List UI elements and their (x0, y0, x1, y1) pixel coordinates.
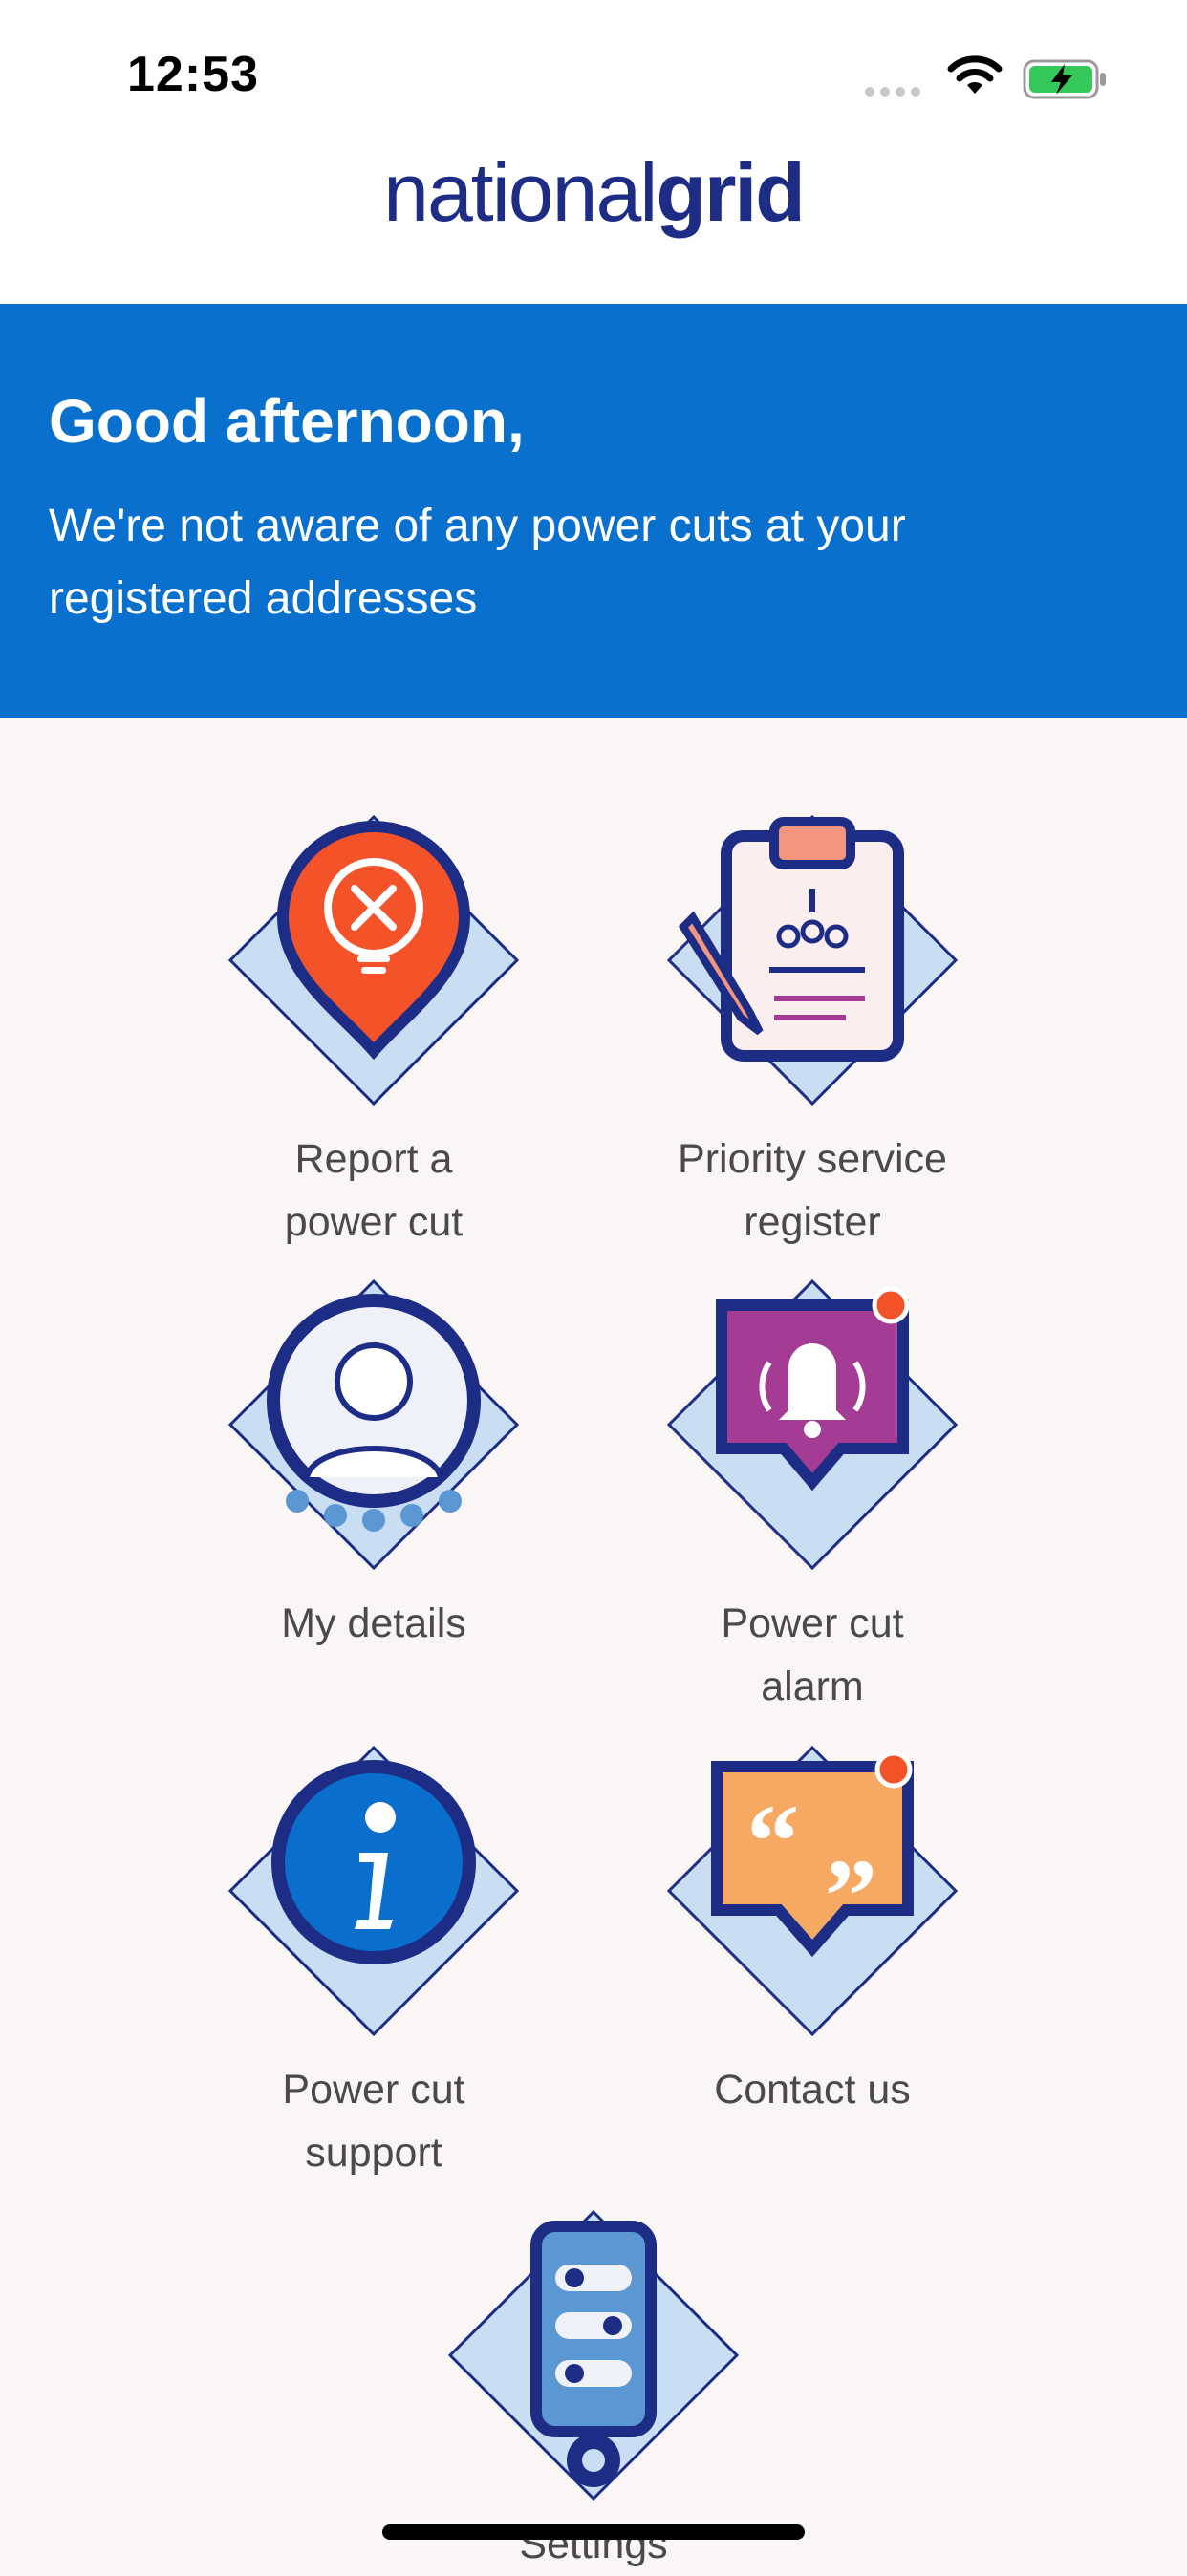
report-power-cut-tile[interactable]: Report a power cut (154, 812, 594, 1254)
speech-bubble-icon: “ „ (666, 1745, 959, 2037)
power-cut-alarm-label: Power cut alarm (721, 1600, 904, 1709)
contact-us-label: Contact us (714, 2067, 911, 2113)
phone-settings-icon (447, 2209, 740, 2501)
power-cut-support-label: Power cut support (282, 2067, 465, 2176)
battery-charging-icon (1023, 59, 1106, 99)
power-cut-support-tile[interactable]: Power cut support (154, 1743, 594, 2184)
clipboard-icon (666, 814, 959, 1106)
bell-icon (666, 1278, 959, 1571)
settings-tile[interactable]: Settings (374, 2207, 813, 2576)
lightbulb-pin-icon (227, 814, 520, 1106)
power-cut-status-message: We're not aware of any power cuts at you… (49, 501, 906, 624)
priority-service-register-tile[interactable]: Priority service register (593, 812, 1032, 1254)
my-details-tile[interactable]: My details (154, 1277, 594, 1655)
user-avatar-icon (227, 1278, 520, 1571)
wifi-icon (947, 55, 1003, 94)
cellular-signal-icon (865, 84, 926, 101)
greeting-title: Good afternoon, (49, 387, 525, 456)
power-cut-alarm-tile[interactable]: Power cut alarm (593, 1277, 1032, 1718)
report-power-cut-label: Report a power cut (284, 1136, 464, 1245)
home-indicator (382, 2524, 805, 2540)
priority-service-register-label: Priority service register (678, 1136, 947, 1245)
greeting-banner: Good afternoon, We're not aware of any p… (0, 304, 1187, 718)
svg-text:“ „: “ „ (746, 1783, 878, 1900)
my-details-label: My details (281, 1600, 466, 1646)
contact-us-tile[interactable]: “ „ Contact us (593, 1743, 1032, 2121)
status-bar: 12:53 (0, 0, 1187, 143)
settings-label: Settings (519, 2522, 668, 2567)
app-header: nationalgrid (0, 143, 1187, 304)
info-icon (227, 1745, 520, 2037)
national-grid-logo: nationalgrid (383, 147, 806, 239)
status-time: 12:53 (127, 47, 259, 102)
